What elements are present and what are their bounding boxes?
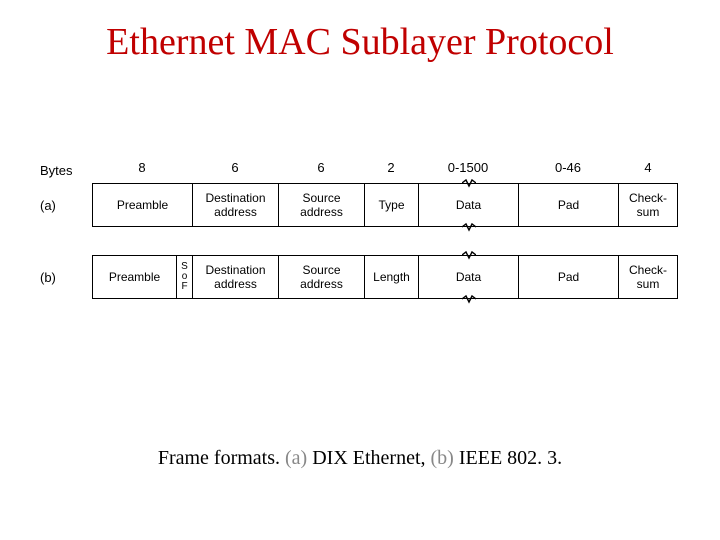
bytes-dest: 6 [192, 160, 278, 181]
cell-a-pad: Pad [518, 183, 618, 227]
bytes-chk: 4 [618, 160, 678, 181]
caption-pre: Frame formats. [158, 447, 285, 469]
break-mark-icon [462, 222, 476, 232]
break-mark-icon [462, 178, 476, 188]
cell-b-data-label: Data [456, 270, 481, 284]
frame-diagram: Bytes 8 6 6 2 0-1500 0-46 4 (a) Preamble… [40, 160, 680, 299]
caption-mid1: DIX Ethernet, [307, 447, 430, 469]
cell-a-preamble: Preamble [92, 183, 192, 227]
bytes-preamble: 8 [92, 160, 192, 181]
caption-a: (a) [285, 447, 307, 469]
break-mark-icon [462, 250, 476, 260]
cell-b-preamble: Preamble [92, 255, 176, 299]
bytes-row: Bytes 8 6 6 2 0-1500 0-46 4 [40, 160, 680, 181]
cell-a-dest: Destination address [192, 183, 278, 227]
frame-row-b: (b) Preamble S o F Destination address S… [40, 255, 680, 299]
break-mark-icon [462, 294, 476, 304]
cell-b-pad: Pad [518, 255, 618, 299]
bytes-type: 2 [364, 160, 418, 181]
bytes-pad: 0-46 [518, 160, 618, 181]
bytes-src: 6 [278, 160, 364, 181]
cell-b-sof: S o F [176, 255, 192, 299]
row-b-label: (b) [40, 270, 92, 285]
cell-a-data: Data [418, 183, 518, 227]
frame-row-a: (a) Preamble Destination address Source … [40, 183, 680, 227]
bytes-label: Bytes [40, 163, 92, 178]
caption-mid2: IEEE 802. 3. [454, 447, 562, 469]
cell-a-data-label: Data [456, 198, 481, 212]
caption-b: (b) [431, 447, 454, 469]
page-title: Ethernet MAC Sublayer Protocol [0, 0, 720, 64]
cell-b-data: Data [418, 255, 518, 299]
cell-b-chk: Check-sum [618, 255, 678, 299]
cell-b-src: Source address [278, 255, 364, 299]
cell-a-type: Type [364, 183, 418, 227]
cell-a-chk: Check-sum [618, 183, 678, 227]
caption: Frame formats. (a) DIX Ethernet, (b) IEE… [0, 447, 720, 470]
cell-b-length: Length [364, 255, 418, 299]
cell-b-dest: Destination address [192, 255, 278, 299]
row-a-label: (a) [40, 198, 92, 213]
cell-a-src: Source address [278, 183, 364, 227]
